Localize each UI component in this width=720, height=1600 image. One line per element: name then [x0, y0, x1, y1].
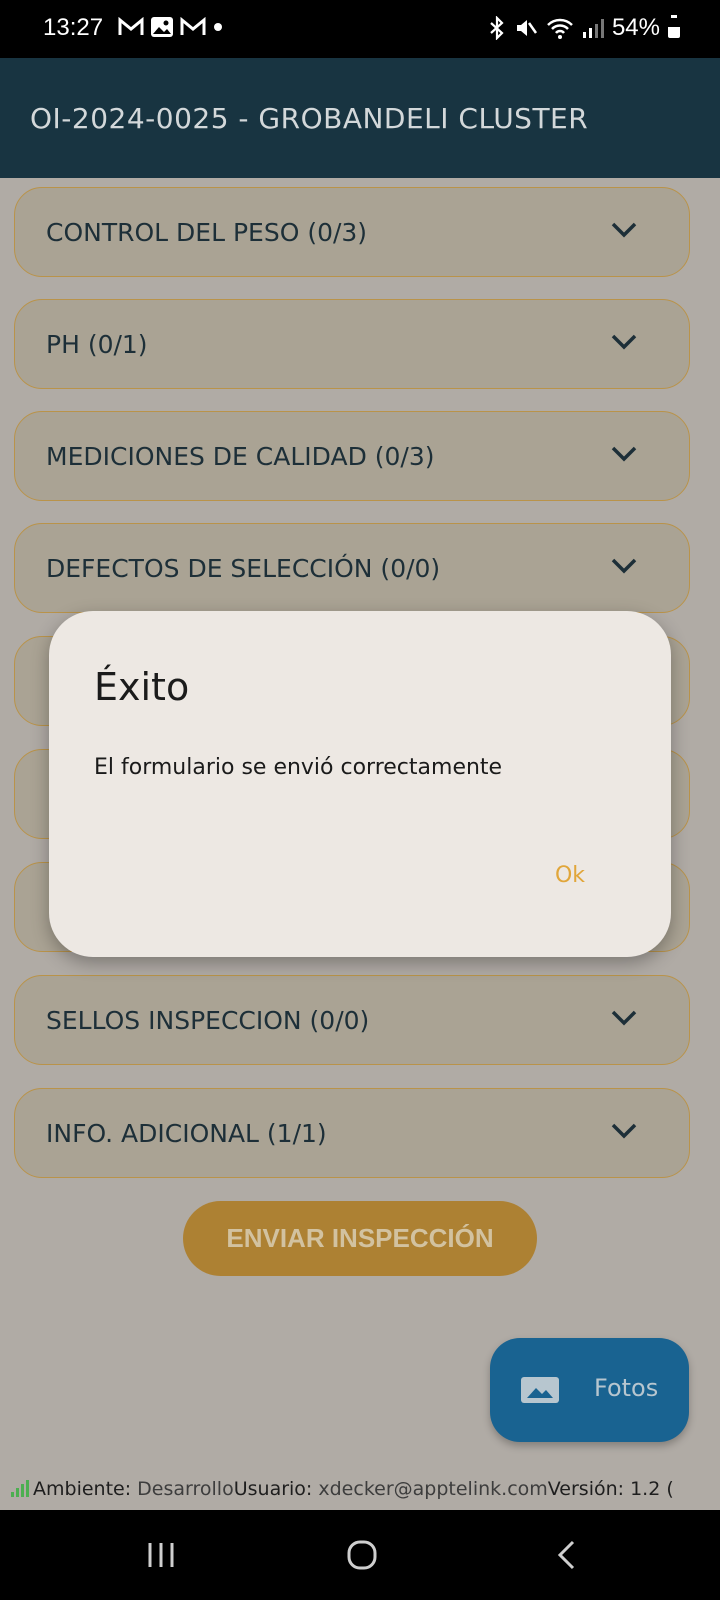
chevron-down-icon: [611, 334, 637, 350]
section-label: MEDICIONES DE CALIDAD (0/3): [46, 442, 435, 471]
env-label: Ambiente:: [33, 1478, 138, 1500]
chevron-down-icon: [611, 222, 637, 238]
photos-fab[interactable]: Fotos: [490, 1338, 689, 1442]
footer-info: Ambiente: DesarrolloUsuario: xdecker@app…: [0, 1472, 720, 1510]
chevron-down-icon: [611, 558, 637, 574]
notification-icons: [118, 16, 224, 38]
section-label: CONTROL DEL PESO (0/3): [46, 218, 368, 247]
section-label: SELLOS INSPECCION (0/0): [46, 1006, 370, 1035]
gallery-icon: [151, 17, 173, 37]
section-sellos-inspeccion[interactable]: SELLOS INSPECCION (0/0): [14, 975, 690, 1065]
section-control-del-peso[interactable]: CONTROL DEL PESO (0/3): [14, 187, 690, 277]
version-label: Versión: 1.2 (: [547, 1478, 674, 1500]
user-label: Usuario:: [233, 1478, 319, 1500]
photos-fab-label: Fotos: [594, 1374, 659, 1402]
battery-icon: [668, 15, 680, 38]
section-label: DEFECTOS DE SELECCIÓN (0/0): [46, 554, 441, 583]
section-defectos-de-seleccion[interactable]: DEFECTOS DE SELECCIÓN (0/0): [14, 523, 690, 613]
chevron-down-icon: [611, 1010, 637, 1026]
ok-button[interactable]: Ok: [555, 863, 585, 888]
chevron-down-icon: [611, 446, 637, 462]
system-icons: 54%: [488, 14, 680, 42]
send-inspection-label: ENVIAR INSPECCIÓN: [226, 1223, 494, 1253]
back-icon[interactable]: [556, 1540, 578, 1570]
section-label: INFO. ADICIONAL (1/1): [46, 1119, 327, 1148]
section-mediciones-de-calidad[interactable]: MEDICIONES DE CALIDAD (0/3): [14, 411, 690, 501]
app-bar: OI-2024-0025 - GROBANDELI CLUSTER: [0, 58, 720, 178]
user-value: xdecker@apptelink.com: [318, 1478, 548, 1500]
dialog-title: Éxito: [94, 665, 190, 709]
success-dialog: Éxito El formulario se envió correctamen…: [49, 611, 671, 957]
mute-icon: [516, 20, 537, 36]
dot-icon: [214, 23, 222, 31]
signal-icon: [582, 19, 604, 38]
page-title: OI-2024-0025 - GROBANDELI CLUSTER: [30, 102, 589, 135]
env-value: Desarrollo: [137, 1478, 234, 1500]
wifi-icon: [547, 18, 573, 39]
battery-percent: 54%: [611, 14, 660, 41]
gmail-icon: [118, 17, 144, 35]
status-bar: 13:27 54%: [0, 0, 720, 58]
footer-text: Ambiente: DesarrolloUsuario: xdecker@app…: [33, 1478, 674, 1500]
image-icon: [521, 1377, 559, 1403]
signal-strength-icon: [11, 1480, 29, 1497]
section-ph[interactable]: PH (0/1): [14, 299, 690, 389]
recents-icon[interactable]: [146, 1540, 176, 1570]
dialog-message: El formulario se envió correctamente: [94, 755, 503, 780]
bluetooth-icon: [490, 16, 504, 40]
system-nav-bar: [0, 1510, 720, 1600]
section-label: PH (0/1): [46, 330, 148, 359]
section-info-adicional[interactable]: INFO. ADICIONAL (1/1): [14, 1088, 690, 1178]
chevron-down-icon: [611, 1123, 637, 1139]
home-icon[interactable]: [346, 1539, 378, 1571]
send-inspection-button[interactable]: ENVIAR INSPECCIÓN: [183, 1201, 537, 1276]
status-time: 13:27: [43, 14, 104, 41]
gmail-icon: [180, 17, 206, 35]
